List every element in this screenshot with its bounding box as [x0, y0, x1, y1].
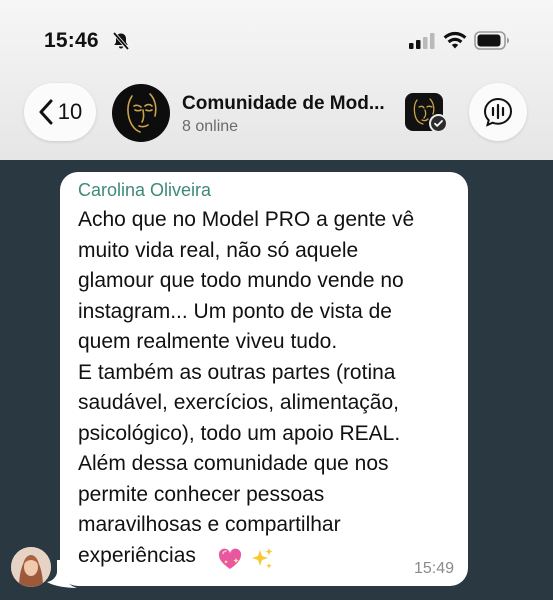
- sender-name[interactable]: Carolina Oliveira: [78, 180, 211, 201]
- message-text: Acho que no Model PRO a gente vê muito v…: [78, 208, 415, 567]
- battery-icon: [474, 31, 509, 50]
- sparkles-icon: [252, 548, 273, 569]
- message-emojis: [217, 544, 275, 574]
- message-time: 15:49: [413, 560, 454, 577]
- message-bubble[interactable]: Carolina Oliveira Acho que no Model PRO …: [60, 172, 468, 586]
- cellular-signal-icon: [409, 33, 435, 49]
- chevron-left-icon: [39, 99, 53, 125]
- group-avatar[interactable]: [112, 84, 170, 142]
- profile-photo-icon: [11, 547, 51, 587]
- face-line-art-logo: [127, 93, 157, 133]
- group-name[interactable]: Comunidade de Mod...: [182, 93, 402, 115]
- wifi-icon: [443, 31, 467, 49]
- unread-count: 10: [57, 99, 83, 124]
- voice-chat-button[interactable]: [469, 83, 527, 141]
- voice-chat-icon: [483, 97, 513, 127]
- sender-avatar[interactable]: [11, 547, 51, 587]
- sparkling-heart-icon: [218, 548, 242, 569]
- bell-slash-icon: [112, 31, 130, 51]
- online-status: 8 online: [182, 118, 239, 135]
- top-header: 15:46 10 Comunidade de Mod... 8 online: [0, 0, 553, 160]
- back-button[interactable]: 10: [24, 83, 96, 141]
- status-time: 15:46: [44, 29, 99, 52]
- verified-check-icon: [429, 114, 448, 133]
- verified-app-icon[interactable]: [405, 93, 448, 135]
